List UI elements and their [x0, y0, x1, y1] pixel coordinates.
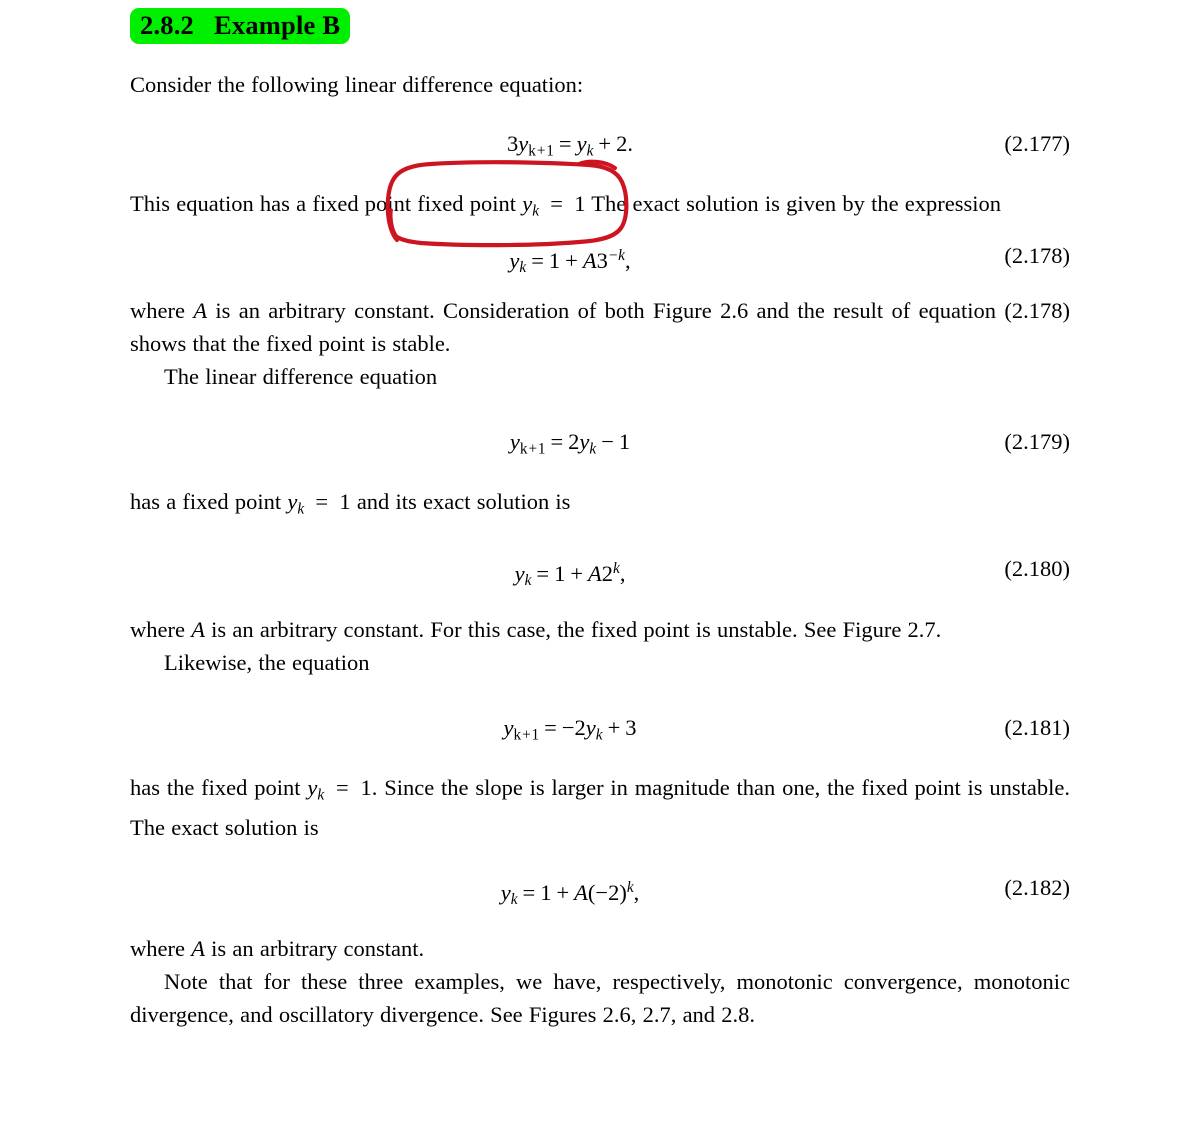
- equation-2-182: yk = 1 + A(−2)k, (2.182): [130, 871, 1070, 908]
- equation-2-177: 3yk+1 = yk +2. (2.177): [130, 127, 1070, 160]
- equation-2-179-expression: yk+1 = 2yk −1: [509, 428, 631, 458]
- section-heading-highlight: 2.8.2 Example B: [130, 8, 351, 44]
- equation-2-178-expression: yk = 1 + A3−k,: [509, 246, 631, 277]
- paragraph-intro: Consider the following linear difference…: [130, 71, 584, 97]
- paragraph-after-2-181: has the fixed point yk = 1. Since the sl…: [130, 775, 1070, 841]
- equation-2-180-expression: yk = 1 + A2k,: [514, 560, 626, 590]
- equation-2-178: yk = 1 + A3−k, (2.178): [130, 239, 1070, 276]
- equation-2-178-number: (2.178): [1004, 242, 1070, 268]
- paragraph-after-2-178: where A is an arbitrary constant. Consid…: [130, 297, 1070, 356]
- document-page: 2.8.2 Example B Consider the following li…: [0, 0, 1200, 1130]
- equation-2-177-number: (2.177): [1004, 130, 1070, 156]
- text-column: 2.8.2 Example B Consider the following li…: [130, 0, 1070, 1031]
- paragraph-after-2-182: where A is an arbitrary constant.: [130, 936, 425, 962]
- section-number: 2.8.2: [140, 10, 194, 40]
- paragraph-after-2-180: where A is an arbitrary constant. For th…: [130, 617, 942, 643]
- section-title: Example B: [214, 10, 341, 40]
- equation-2-177-expression: 3yk+1 = yk +2.: [507, 130, 633, 159]
- paragraph-likewise-text: Likewise, the equation: [164, 650, 370, 676]
- paragraph-after-2-177-lead: This equation has a fixed point: [130, 190, 418, 216]
- paragraph-closing: Note that for these three examples, we h…: [130, 965, 1070, 1031]
- equation-2-181-number: (2.181): [1004, 715, 1070, 741]
- paragraph-closing-text: Note that for these three examples, we h…: [130, 969, 1070, 1028]
- equation-2-179: yk+1 = 2yk −1 (2.179): [130, 425, 1070, 458]
- paragraph-linear-difference-equation: The linear difference equation: [130, 360, 1070, 393]
- equation-2-182-expression: yk = 1 + A(−2)k,: [500, 879, 640, 909]
- paragraph-linear-difference-equation-text: The linear difference equation: [164, 363, 438, 389]
- equation-2-182-number: (2.182): [1004, 875, 1070, 901]
- equation-2-181-expression: yk+1 = −2yk +3: [503, 715, 637, 744]
- equation-2-181: yk+1 = −2yk +3 (2.181): [130, 711, 1070, 744]
- inline-fixed-point-expression: fixed point yk = 1: [417, 190, 586, 219]
- paragraph-likewise: Likewise, the equation: [130, 646, 1070, 679]
- paragraph-after-2-179: has a fixed point yk = 1 and its exact s…: [130, 488, 571, 518]
- paragraph-after-2-177: This equation has a fixed point fixed po…: [130, 187, 1070, 227]
- equation-2-180: yk = 1 + A2k, (2.180): [130, 552, 1070, 589]
- equation-2-180-number: (2.180): [1004, 556, 1070, 582]
- equation-2-179-number: (2.179): [1004, 428, 1070, 454]
- paragraph-after-2-177-tail: The exact solution is given by the expre…: [585, 190, 1002, 216]
- section-heading: 2.8.2 Example B: [130, 8, 1070, 44]
